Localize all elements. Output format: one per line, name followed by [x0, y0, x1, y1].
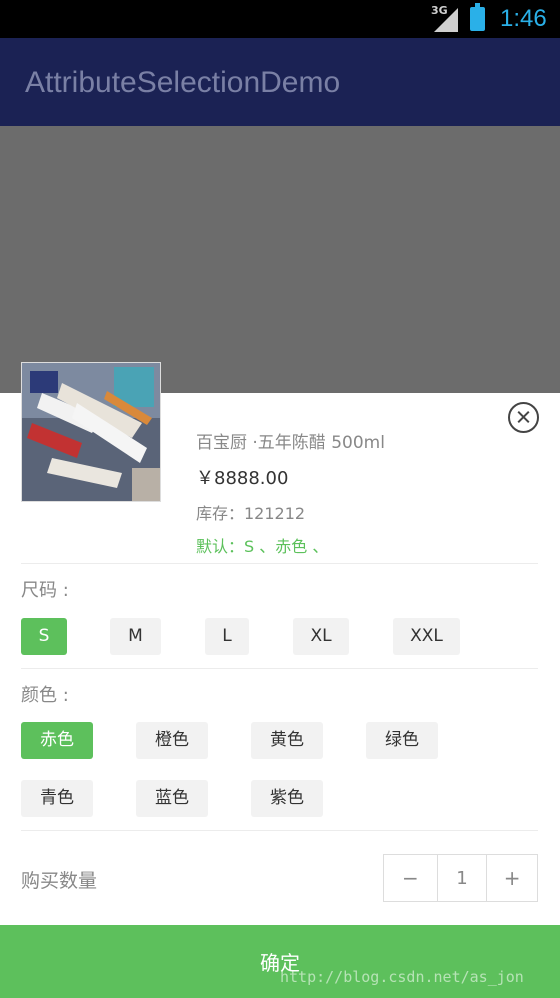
product-stock: 库存：121212	[196, 504, 306, 523]
size-label: 尺码 :	[21, 580, 69, 601]
color-label: 颜色 :	[21, 685, 69, 706]
confirm-button[interactable]: 确定	[0, 925, 560, 998]
color-option-purple[interactable]: 紫色	[251, 780, 323, 817]
color-option-green[interactable]: 绿色	[366, 722, 438, 759]
decrement-button[interactable]: −	[384, 855, 438, 901]
product-name: 百宝厨 ·五年陈醋 500ml	[196, 433, 385, 453]
size-option-s[interactable]: S	[21, 618, 67, 655]
status-bar: 3G 1:46	[0, 0, 560, 38]
product-image	[21, 362, 161, 502]
default-selection: 默认：S 、赤色 、	[196, 537, 329, 556]
size-option-xl[interactable]: XL	[293, 618, 349, 655]
quantity-value[interactable]: 1	[438, 855, 488, 901]
signal-icon	[434, 8, 458, 32]
watermark: http://blog.csdn.net/as_jon	[280, 968, 524, 986]
product-photo	[22, 363, 160, 501]
status-time: 1:46	[500, 5, 547, 32]
color-option-blue[interactable]: 蓝色	[136, 780, 208, 817]
color-option-red[interactable]: 赤色	[21, 722, 93, 759]
size-option-xxl[interactable]: XXL	[393, 618, 460, 655]
close-button[interactable]	[508, 402, 539, 433]
dim-overlay[interactable]	[0, 126, 560, 393]
quantity-stepper: − 1 +	[383, 854, 538, 902]
size-option-l[interactable]: L	[205, 618, 249, 655]
color-option-yellow[interactable]: 黄色	[251, 722, 323, 759]
color-option-orange[interactable]: 橙色	[136, 722, 208, 759]
app-title: AttributeSelectionDemo	[25, 66, 341, 99]
product-price: ￥8888.00	[196, 468, 289, 489]
divider	[21, 563, 538, 564]
color-option-cyan[interactable]: 青色	[21, 780, 93, 817]
quantity-label: 购买数量	[21, 870, 98, 892]
divider	[21, 830, 538, 831]
divider	[21, 668, 538, 669]
increment-button[interactable]: +	[487, 855, 537, 901]
size-option-m[interactable]: M	[110, 618, 161, 655]
battery-icon	[470, 3, 485, 31]
